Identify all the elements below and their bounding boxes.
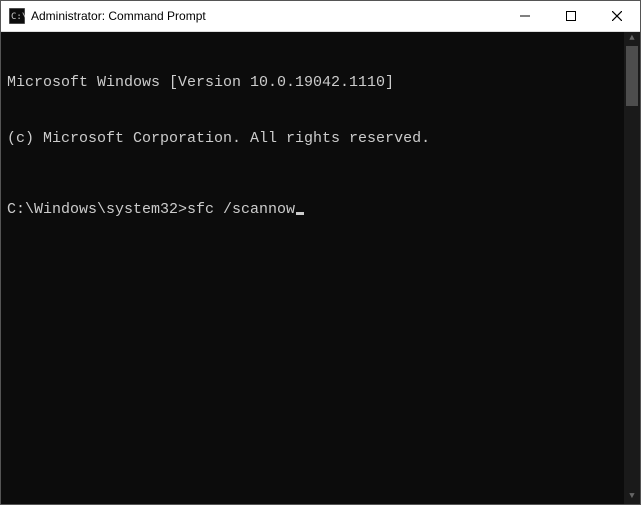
terminal-line: (c) Microsoft Corporation. All rights re… — [7, 130, 634, 149]
scroll-up-arrow-icon[interactable]: ▲ — [624, 32, 640, 46]
window-title: Administrator: Command Prompt — [31, 9, 206, 23]
cmd-icon: C:\ — [9, 8, 25, 24]
titlebar[interactable]: C:\ Administrator: Command Prompt — [1, 1, 640, 32]
prompt-line: C:\Windows\system32>sfc /scannow — [7, 201, 634, 220]
window-controls — [502, 1, 640, 31]
svg-text:C:\: C:\ — [11, 12, 25, 22]
terminal-line: Microsoft Windows [Version 10.0.19042.11… — [7, 74, 634, 93]
command-prompt-window: C:\ Administrator: Command Prompt Micros… — [0, 0, 641, 505]
maximize-button[interactable] — [548, 1, 594, 31]
minimize-button[interactable] — [502, 1, 548, 31]
command-input[interactable]: sfc /scannow — [187, 201, 295, 218]
scroll-down-arrow-icon[interactable]: ▼ — [624, 490, 640, 504]
scrollbar-thumb[interactable] — [626, 46, 638, 106]
close-button[interactable] — [594, 1, 640, 31]
prompt-text: C:\Windows\system32> — [7, 201, 187, 218]
terminal-output[interactable]: Microsoft Windows [Version 10.0.19042.11… — [1, 32, 640, 504]
cursor — [296, 212, 304, 215]
vertical-scrollbar[interactable]: ▲ ▼ — [624, 32, 640, 504]
